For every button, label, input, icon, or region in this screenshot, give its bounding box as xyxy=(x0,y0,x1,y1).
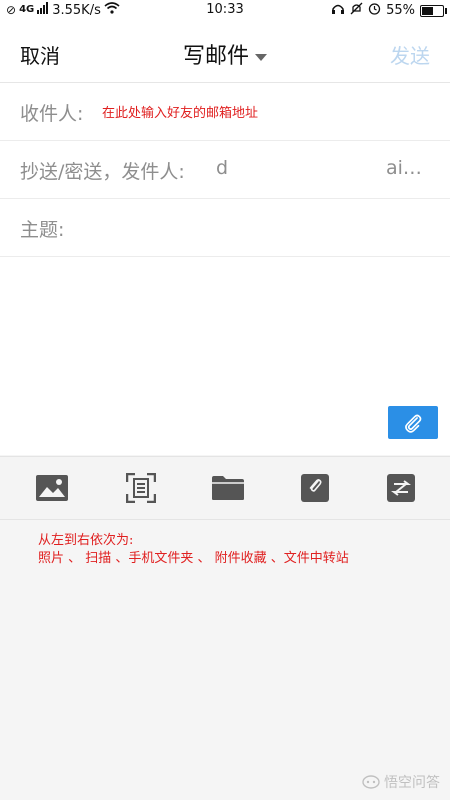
attach-button[interactable] xyxy=(388,406,438,439)
sender-value: d xyxy=(216,157,229,179)
watermark-logo-icon xyxy=(362,775,380,789)
watermark-text: 悟空问答 xyxy=(384,775,440,791)
folder-icon[interactable] xyxy=(211,472,245,504)
annotation-line-1: 从左到右依次为: xyxy=(38,533,134,548)
caret-down-icon xyxy=(255,53,267,61)
cc-bcc-from-label: 抄送/密送，发件人: xyxy=(20,161,185,183)
toolbar-annotation: 从左到右依次为: 照片 、 扫描 、手机文件夹 、 附件收藏 、文件中转站 xyxy=(38,532,349,568)
battery-icon xyxy=(420,4,447,17)
sender-value-tail: ai… xyxy=(386,157,422,179)
transfer-icon[interactable] xyxy=(384,472,418,504)
alarm-icon xyxy=(368,2,381,19)
headset-icon xyxy=(331,3,345,19)
annotation-line-2: 照片 、 扫描 、手机文件夹 、 附件收藏 、文件中转站 xyxy=(38,551,349,566)
subject-label: 主题: xyxy=(20,219,65,241)
scan-icon[interactable] xyxy=(124,472,158,504)
recipient-annotation: 在此处输入好友的邮箱地址 xyxy=(102,106,259,121)
subject-row[interactable]: 主题: xyxy=(0,199,450,257)
recipient-label: 收件人: xyxy=(20,103,84,125)
compose-header: 取消 写邮件 发送 xyxy=(0,22,450,83)
send-button[interactable]: 发送 xyxy=(390,40,430,69)
status-bar: ⊘ 4G 3.55K/s 10:33 55% xyxy=(0,0,450,22)
page-title[interactable]: 写邮件 xyxy=(0,38,450,70)
photo-icon[interactable] xyxy=(35,472,69,504)
favorite-attachment-icon[interactable] xyxy=(298,472,332,504)
body-field[interactable] xyxy=(0,257,450,455)
mute-icon xyxy=(350,2,363,19)
status-right: 55% xyxy=(331,2,447,19)
recipient-row[interactable]: 收件人: 在此处输入好友的邮箱地址 xyxy=(0,83,450,141)
page-title-label: 写邮件 xyxy=(182,44,249,69)
compose-form: 收件人: 在此处输入好友的邮箱地址 抄送/密送，发件人: d ai… 主题: xyxy=(0,83,450,455)
attachment-toolbar xyxy=(0,456,450,520)
cc-bcc-from-row[interactable]: 抄送/密送，发件人: d ai… xyxy=(0,141,450,199)
watermark: 悟空问答 xyxy=(362,772,440,792)
battery-percent: 55% xyxy=(386,3,415,18)
paperclip-icon xyxy=(405,414,422,433)
